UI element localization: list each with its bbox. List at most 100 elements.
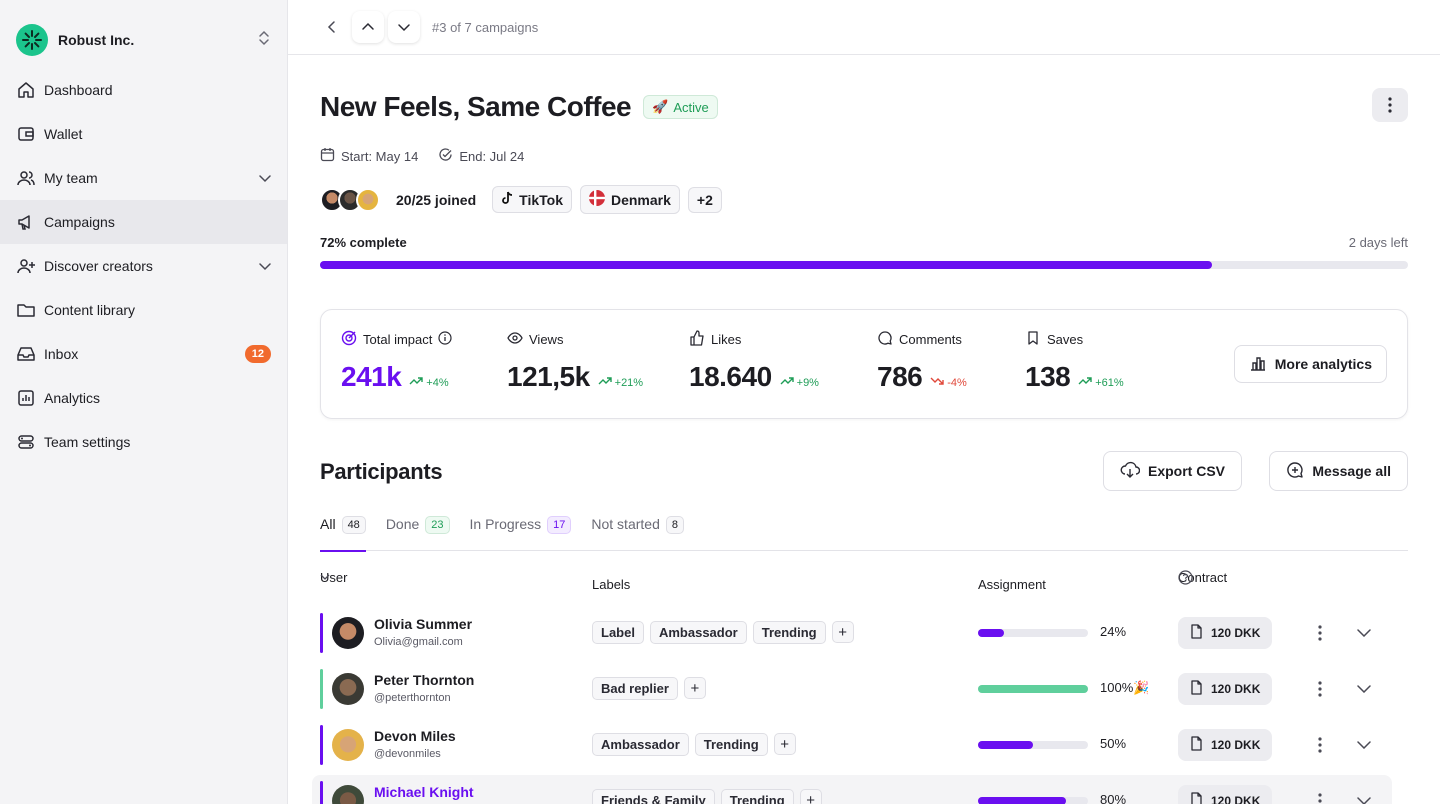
table-row[interactable]: Peter Thornton @peterthornton Bad replie… xyxy=(320,663,1408,715)
stat-value: 138 xyxy=(1025,361,1071,392)
label-chip[interactable]: Bad replier xyxy=(592,677,678,700)
status-strip xyxy=(320,613,323,653)
row-menu-button[interactable] xyxy=(1310,621,1330,645)
contract-amount: 120 DKK xyxy=(1211,794,1261,804)
sidebar-item-analytics[interactable]: Analytics xyxy=(0,376,287,420)
next-campaign-button[interactable] xyxy=(388,11,420,43)
sidebar-item-inbox[interactable]: Inbox 12 xyxy=(0,332,287,376)
add-label-button[interactable]: + xyxy=(831,621,854,643)
label-chip[interactable]: Trending xyxy=(752,621,826,644)
avatar[interactable] xyxy=(332,785,364,804)
add-label-button[interactable]: + xyxy=(799,789,822,804)
sidebar-item-label: Dashboard xyxy=(44,82,113,98)
avatar[interactable] xyxy=(332,617,364,649)
delta-value: -4% xyxy=(947,376,967,389)
trend-up-icon xyxy=(1078,376,1092,389)
stat-label: Total impact xyxy=(363,332,433,347)
sidebar-item-discover-creators[interactable]: Discover creators xyxy=(0,244,287,288)
expand-row-button[interactable] xyxy=(1354,677,1374,701)
participant-avatars[interactable] xyxy=(320,187,380,212)
more-analytics-button[interactable]: More analytics xyxy=(1233,345,1387,383)
campaign-meta: 20/25 joined TikTok Denmark +2 xyxy=(320,185,722,214)
contract-button[interactable]: 120 DKK xyxy=(1178,785,1273,804)
export-csv-button[interactable]: Export CSV xyxy=(1102,451,1242,491)
label-chip[interactable]: Friends & Family xyxy=(592,789,715,804)
back-button[interactable] xyxy=(316,11,348,43)
trend-up-icon xyxy=(598,376,612,389)
table-row[interactable]: Michael Knight @michaelknight Friends & … xyxy=(312,775,1392,804)
status-strip xyxy=(320,781,323,804)
contract-button[interactable]: 120 DKK xyxy=(1178,673,1273,705)
status-label: Active xyxy=(673,99,709,115)
assignment-progress-bar xyxy=(978,741,1088,749)
row-menu-button[interactable] xyxy=(1310,677,1330,701)
status-badge: 🚀 Active xyxy=(643,95,718,119)
user-name[interactable]: Devon Miles xyxy=(374,728,456,744)
avatar[interactable] xyxy=(332,729,364,761)
assignment-percent: 100%🎉 xyxy=(1100,680,1150,695)
stat-label: Saves xyxy=(1047,332,1084,347)
tab-all[interactable]: All 48 xyxy=(320,515,366,552)
sidebar-nav: Dashboard Wallet My team Campaigns Disco… xyxy=(0,68,287,464)
row-menu-button[interactable] xyxy=(1310,789,1330,804)
thumbs-up-icon xyxy=(689,330,705,349)
sidebar-item-dashboard[interactable]: Dashboard xyxy=(0,68,287,112)
previous-campaign-button[interactable] xyxy=(352,11,384,43)
inbox-icon xyxy=(16,344,36,364)
check-circle-icon xyxy=(438,147,453,165)
tab-count: 23 xyxy=(425,516,450,534)
label-chip[interactable]: Ambassador xyxy=(592,733,689,756)
tab-count: 17 xyxy=(547,516,572,534)
sidebar-item-my-team[interactable]: My team xyxy=(0,156,287,200)
tab-in-progress[interactable]: In Progress 17 xyxy=(470,515,572,551)
user-name[interactable]: Peter Thornton xyxy=(374,672,474,688)
stat-delta: +9% xyxy=(780,376,819,389)
more-tags-chip[interactable]: +2 xyxy=(687,186,722,213)
chevron-up-down-icon xyxy=(257,30,271,51)
label-chip[interactable]: Trending xyxy=(720,789,794,804)
message-all-button[interactable]: Message all xyxy=(1269,451,1408,491)
campaign-progress-row: 72% complete 2 days left xyxy=(320,235,1408,250)
expand-row-button[interactable] xyxy=(1354,733,1374,757)
sidebar-item-campaigns[interactable]: Campaigns xyxy=(0,200,287,244)
sidebar-item-label: Campaigns xyxy=(44,214,115,230)
label-chip[interactable]: Ambassador xyxy=(649,621,747,644)
table-row[interactable]: Olivia Summer Olivia@gmail.com Label Amba… xyxy=(320,607,1408,659)
org-switcher[interactable]: Robust Inc. xyxy=(16,24,271,56)
chevron-down-icon[interactable] xyxy=(259,170,271,186)
avatar[interactable] xyxy=(332,673,364,705)
user-handle: Olivia@gmail.com xyxy=(374,636,463,648)
stat-value: 786 xyxy=(877,361,923,392)
tab-done[interactable]: Done 23 xyxy=(386,515,450,551)
tab-not-started[interactable]: Not started 8 xyxy=(591,515,684,551)
sidebar-item-team-settings[interactable]: Team settings xyxy=(0,420,287,464)
stat-label: Views xyxy=(529,332,564,347)
table-row[interactable]: Devon Miles @devonmiles Ambassador Trendi… xyxy=(320,719,1408,771)
help-icon[interactable] xyxy=(1178,569,1193,585)
add-label-button[interactable]: + xyxy=(683,677,706,699)
sidebar-item-label: Content library xyxy=(44,302,136,318)
avatar xyxy=(356,187,380,212)
expand-row-button[interactable] xyxy=(1354,621,1374,645)
contract-button[interactable]: 120 DKK xyxy=(1178,729,1273,761)
org-logo xyxy=(16,24,48,56)
campaign-menu-button[interactable] xyxy=(1372,88,1408,122)
stat-likes: Likes 18.640 +9% xyxy=(689,330,819,393)
sidebar-item-wallet[interactable]: Wallet xyxy=(0,112,287,156)
add-label-button[interactable]: + xyxy=(773,733,796,755)
chat-plus-icon xyxy=(1286,461,1304,482)
row-menu-button[interactable] xyxy=(1310,733,1330,757)
chevron-down-icon[interactable] xyxy=(259,258,271,274)
user-handle: @peterthornton xyxy=(374,692,451,704)
info-icon[interactable] xyxy=(438,331,452,348)
sidebar-item-content-library[interactable]: Content library xyxy=(0,288,287,332)
user-name[interactable]: Olivia Summer xyxy=(374,616,472,632)
user-name[interactable]: Michael Knight xyxy=(374,784,474,800)
label-chip[interactable]: Label xyxy=(592,621,644,644)
expand-row-button[interactable] xyxy=(1354,789,1374,804)
campaign-dates: Start: May 14 End: Jul 24 xyxy=(320,147,524,165)
label-chip[interactable]: Trending xyxy=(694,733,768,756)
export-label: Export CSV xyxy=(1147,463,1225,479)
contract-button[interactable]: 120 DKK xyxy=(1178,617,1273,649)
tab-label: In Progress xyxy=(469,516,542,532)
